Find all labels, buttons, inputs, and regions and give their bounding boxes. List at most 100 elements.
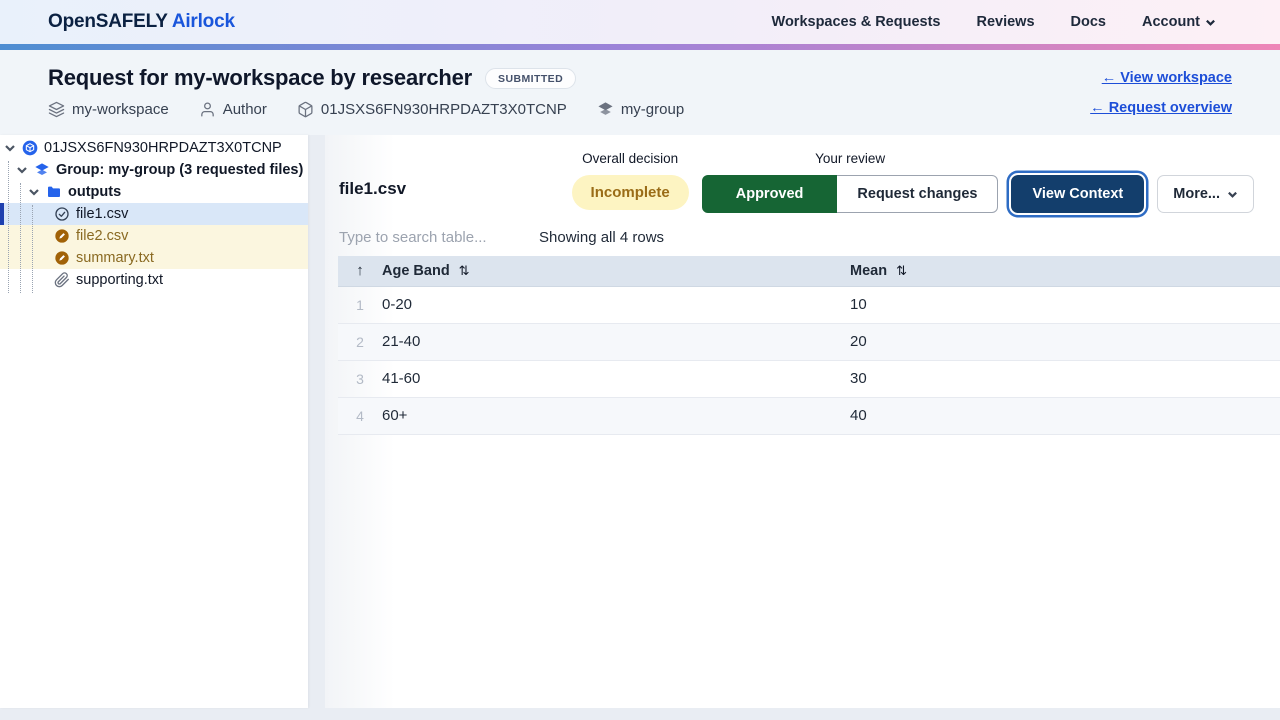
stack-icon — [35, 163, 49, 175]
paperclip-icon — [54, 272, 69, 288]
nav-item-account[interactable]: Account — [1142, 14, 1216, 30]
tree-file-file2[interactable]: file2.csv — [0, 225, 308, 247]
table-search-input[interactable] — [339, 229, 539, 246]
file-tree: 01JSXS6FN930HRPDAZT3X0TCNP Group: my-gro… — [0, 137, 308, 293]
chevron-down-icon — [29, 189, 39, 196]
user-icon — [200, 102, 214, 117]
request-header-links: ← View workspace ← Request overview — [1090, 65, 1232, 135]
request-header-left: Request for my-workspace by researcher S… — [48, 65, 684, 135]
file-review-header: file1.csv Overall decision Incomplete Yo… — [325, 135, 1280, 217]
table-header-row: ↑ Age Band ⇅ Mean ⇅ — [338, 256, 1280, 287]
meta-request-id: 01JSXS6FN930HRPDAZT3X0TCNP — [297, 101, 567, 118]
tree-file-label: summary.txt — [76, 250, 154, 266]
chevron-down-icon — [1228, 191, 1237, 198]
table-row: 4 60+ 40 — [338, 397, 1280, 435]
row-number-cell: 4 — [338, 397, 382, 435]
age-band-cell: 41-60 — [382, 360, 850, 398]
age-band-cell: 21-40 — [382, 323, 850, 361]
sort-ascending-icon: ↑ — [356, 262, 364, 280]
nav-item-label: Reviews — [976, 14, 1035, 30]
tree-node-request-root[interactable]: 01JSXS6FN930HRPDAZT3X0TCNP — [0, 137, 308, 159]
brand-secondary: Airlock — [171, 11, 235, 32]
brand-primary: OpenSAFELY — [48, 11, 168, 32]
tree-file-label: supporting.txt — [76, 272, 164, 288]
request-changes-button[interactable]: Request changes — [837, 175, 999, 213]
meta-author: Author — [199, 101, 267, 118]
meta-label: my-workspace — [72, 101, 169, 118]
meta-label: 01JSXS6FN930HRPDAZT3X0TCNP — [320, 101, 567, 118]
approved-button[interactable]: Approved — [701, 175, 838, 213]
tree-node-label: 01JSXS6FN930HRPDAZT3X0TCNP — [44, 140, 282, 156]
sort-icon: ⇅ — [896, 262, 907, 278]
overall-decision-block: Overall decision Incomplete — [571, 151, 689, 210]
meta-group: my-group — [597, 101, 684, 118]
view-workspace-link[interactable]: ← View workspace — [1102, 70, 1232, 86]
request-header: Request for my-workspace by researcher S… — [0, 50, 1280, 135]
column-header-label: Mean — [850, 262, 888, 279]
package-icon — [22, 140, 38, 156]
row-number-cell: 2 — [338, 323, 382, 361]
row-number-cell: 1 — [338, 286, 382, 324]
rows-status: Showing all 4 rows — [539, 229, 665, 246]
chevron-down-icon — [1206, 19, 1215, 26]
tree-file-file1[interactable]: file1.csv — [0, 203, 308, 225]
tree-file-label: file2.csv — [76, 228, 129, 244]
nav-item-workspaces-requests[interactable]: Workspaces & Requests — [772, 14, 941, 30]
request-overview-link[interactable]: ← Request overview — [1090, 100, 1232, 116]
meta-label: Author — [222, 101, 267, 118]
edit-circle-icon — [55, 229, 69, 243]
meta-label: my-group — [620, 101, 685, 118]
tree-node-group[interactable]: Group: my-group (3 requested files) — [0, 159, 308, 181]
nav-item-docs[interactable]: Docs — [1071, 14, 1106, 30]
overall-decision-label: Overall decision — [582, 151, 679, 166]
file-title: file1.csv — [339, 179, 407, 198]
meta-workspace: my-workspace — [48, 101, 169, 118]
table-row: 1 0-20 10 — [338, 286, 1280, 324]
your-review-block: Your review Approved Request changes — [701, 151, 999, 213]
more-button[interactable]: More... — [1157, 175, 1254, 213]
request-meta: my-workspace Author 01JSXS6FN930HRPDAZT3… — [48, 101, 684, 118]
view-context-button[interactable]: View Context — [1011, 175, 1145, 213]
chevron-down-icon — [5, 145, 15, 152]
more-button-label: More... — [1173, 186, 1220, 202]
tree-file-supporting[interactable]: supporting.txt — [0, 269, 308, 291]
column-header-label: Age Band — [382, 262, 450, 279]
nav-links: Workspaces & Requests Reviews Docs Accou… — [772, 14, 1216, 30]
age-band-cell: 0-20 — [382, 286, 850, 324]
tree-node-label: outputs — [68, 184, 122, 200]
check-circle-icon — [55, 207, 69, 221]
table-toolbar: Showing all 4 rows — [325, 217, 1280, 256]
package-icon — [298, 101, 313, 118]
workspace-area: 01JSXS6FN930HRPDAZT3X0TCNP Group: my-gro… — [0, 135, 1280, 720]
tree-file-label: file1.csv — [76, 206, 129, 222]
table-row: 2 21-40 20 — [338, 323, 1280, 361]
nav-item-label: Docs — [1070, 14, 1106, 30]
age-band-cell: 60+ — [382, 397, 850, 435]
status-badge: SUBMITTED — [485, 67, 577, 89]
nav-item-reviews[interactable]: Reviews — [976, 14, 1034, 30]
tree-file-summary[interactable]: summary.txt — [0, 247, 308, 269]
nav-item-label: Workspaces & Requests — [771, 14, 941, 30]
sort-icon: ⇅ — [458, 262, 470, 278]
app-logo[interactable]: OpenSAFELY Airlock — [48, 11, 235, 33]
nav-item-label: Account — [1142, 14, 1200, 30]
mean-cell: 20 — [850, 323, 1280, 361]
your-review-label: Your review — [815, 151, 886, 166]
file-review-panel: file1.csv Overall decision Incomplete Yo… — [325, 135, 1280, 708]
page-title: Request for my-workspace by researcher — [48, 65, 473, 90]
column-header-mean[interactable]: Mean ⇅ — [850, 256, 1280, 287]
tree-node-outputs-folder[interactable]: outputs — [0, 181, 308, 203]
row-number-cell: 3 — [338, 360, 382, 398]
review-button-group: Approved Request changes — [701, 175, 999, 213]
table-row: 3 41-60 30 — [338, 360, 1280, 398]
tree-node-label: Group: my-group (3 requested files) — [56, 162, 304, 178]
folder-icon — [48, 186, 60, 197]
chevron-down-icon — [17, 167, 27, 174]
edit-circle-icon — [55, 251, 69, 265]
data-table: ↑ Age Band ⇅ Mean ⇅ 1 0-20 10 2 21-40 20 3 — [338, 256, 1280, 435]
column-header-age-band[interactable]: Age Band ⇅ — [382, 256, 850, 287]
row-number-header[interactable]: ↑ — [338, 256, 382, 287]
file-tree-sidebar: 01JSXS6FN930HRPDAZT3X0TCNP Group: my-gro… — [0, 135, 308, 708]
mean-cell: 10 — [850, 286, 1280, 324]
mean-cell: 30 — [850, 360, 1280, 398]
